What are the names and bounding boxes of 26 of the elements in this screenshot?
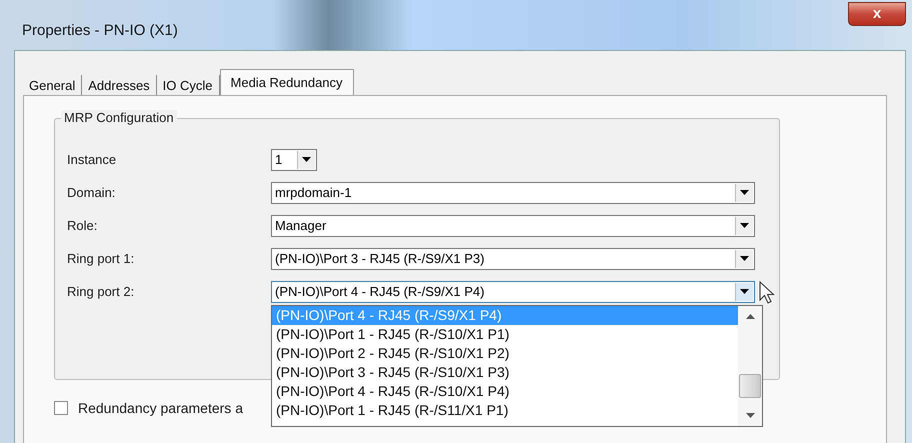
- dropdown-option[interactable]: (PN-IO)\Port 1 - RJ45 (R-/S10/X1 P1): [272, 325, 738, 344]
- field-label: Ring port 1:: [67, 251, 136, 266]
- tab[interactable]: Media Redundancy: [220, 69, 354, 95]
- window-title: Properties - PN-IO (X1): [22, 22, 178, 39]
- field-label: Instance: [67, 152, 118, 167]
- checkbox-label: Redundancy parameters a: [78, 400, 243, 416]
- scrollbar-thumb[interactable]: [739, 374, 761, 398]
- scroll-down-icon[interactable]: [746, 413, 754, 418]
- dropdown-option[interactable]: (PN-IO)\Port 1 - RJ45 (R-/S11/X1 P1): [272, 401, 738, 420]
- dropdown-field[interactable]: (PN-IO)\Port 4 - RJ45 (R-/S9/X1 P4): [271, 280, 755, 302]
- scrollbar[interactable]: [738, 306, 762, 426]
- instance-dropdown[interactable]: 1: [271, 148, 317, 170]
- scroll-up-icon[interactable]: [746, 314, 754, 319]
- dropdown-option[interactable]: (PN-IO)\Port 2 - RJ45 (R-/S10/X1 P2): [272, 344, 738, 363]
- dropdown-option[interactable]: (PN-IO)\Port 3 - RJ45 (R-/S10/X1 P3): [272, 363, 738, 382]
- field-label: Role:: [67, 218, 98, 233]
- dropdown-option[interactable]: (PN-IO)\Port 4 - RJ45 (R-/S10/X1 P4): [272, 382, 738, 401]
- field-label: Ring port 2:: [67, 284, 136, 299]
- dropdown-field[interactable]: (PN-IO)\Port 3 - RJ45 (R-/S9/X1 P3): [271, 248, 755, 270]
- dropdown-field[interactable]: mrpdomain-1: [271, 182, 755, 204]
- field-label: Domain:: [67, 185, 116, 200]
- close-button[interactable]: x: [848, 2, 906, 26]
- mouse-cursor-icon: [759, 281, 775, 305]
- dropdown-field[interactable]: Manager: [271, 214, 755, 236]
- group-title: MRP Configuration: [61, 110, 177, 125]
- checkbox[interactable]: [54, 401, 68, 415]
